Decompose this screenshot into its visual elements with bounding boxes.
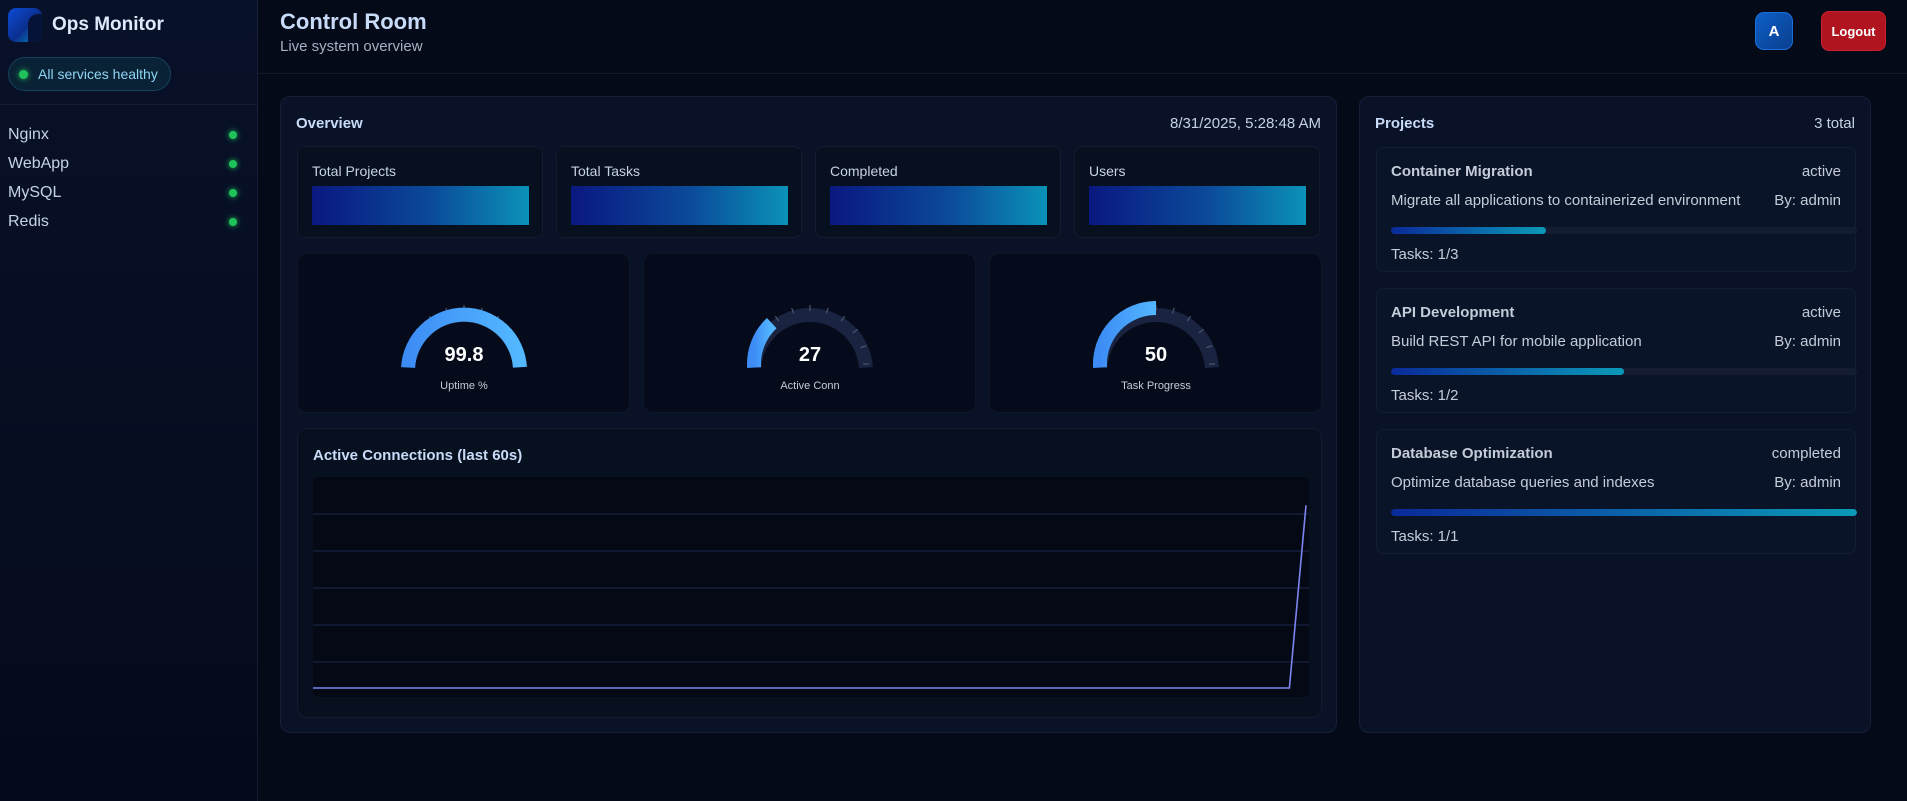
service-status-dot-icon	[229, 159, 237, 168]
status-dot-icon	[19, 69, 28, 79]
health-status-badge: All services healthy	[8, 57, 171, 91]
main-content: Control Room Live system overview A Logo…	[258, 0, 1907, 801]
avatar[interactable]: A	[1755, 12, 1793, 50]
projects-count: 3 total	[1814, 115, 1855, 132]
service-name: WebApp	[8, 154, 70, 172]
project-description: Build REST API for mobile application	[1391, 333, 1642, 350]
stat-bar	[830, 186, 1047, 225]
active-connections-chart-card: Active Connections (last 60s)	[297, 428, 1322, 718]
project-name: Container Migration	[1391, 163, 1533, 180]
project-status: active	[1801, 163, 1841, 180]
project-status: active	[1801, 304, 1841, 321]
gauge-value: 27	[799, 344, 821, 366]
service-list: Nginx WebApp MySQL Redis	[8, 120, 249, 236]
project-card-container-migration[interactable]: Container Migration active Migrate all a…	[1376, 147, 1857, 272]
stat-card-completed: Completed	[815, 146, 1061, 238]
project-tasks: Tasks: 1/2	[1391, 387, 1459, 404]
project-status: completed	[1771, 445, 1841, 462]
project-tasks: Tasks: 1/3	[1391, 246, 1459, 263]
task-progress-gauge: 50 Task Progress	[1093, 301, 1219, 392]
page-title: Control Room	[280, 9, 427, 34]
stat-card-total-projects: Total Projects	[297, 146, 543, 238]
app-root: Ops Monitor All services healthy Nginx W…	[0, 0, 1907, 801]
projects-title: Projects	[1375, 115, 1435, 132]
gauge-fill	[747, 317, 777, 368]
service-name: Nginx	[8, 125, 49, 143]
service-item-mysql[interactable]: MySQL	[8, 178, 249, 207]
project-progress-fill	[1391, 509, 1857, 516]
project-description: Migrate all applications to containerize…	[1391, 192, 1741, 209]
chart-series-line	[313, 505, 1307, 689]
gauge-card-task-progress: 50 Task Progress	[989, 253, 1322, 413]
active-conn-gauge: 27 Active Conn	[747, 305, 873, 392]
uptime-gauge: 99.8 Uptime %	[401, 305, 527, 392]
project-progress-track	[1391, 509, 1857, 516]
stat-card-users: Users	[1074, 146, 1320, 238]
project-owner: By: admin	[1774, 333, 1841, 350]
brand-name: Ops Monitor	[52, 14, 164, 35]
page-subtitle: Live system overview	[280, 38, 423, 55]
brand: Ops Monitor	[8, 8, 249, 42]
service-status-dot-icon	[229, 130, 237, 139]
active-connections-chart	[313, 505, 1309, 689]
service-name: MySQL	[8, 183, 62, 201]
brand-logo-icon	[8, 8, 42, 42]
project-description: Optimize database queries and indexes	[1391, 474, 1655, 491]
project-progress-track	[1391, 227, 1857, 234]
logout-button[interactable]: Logout	[1821, 11, 1886, 51]
stat-label: Completed	[830, 163, 898, 179]
service-status-dot-icon	[229, 217, 237, 226]
service-item-nginx[interactable]: Nginx	[8, 120, 249, 149]
chart-area	[313, 477, 1309, 697]
stat-bar	[312, 186, 529, 225]
stat-label: Users	[1089, 163, 1126, 179]
gauge-value: 50	[1145, 344, 1167, 366]
chart-title: Active Connections (last 60s)	[313, 447, 523, 464]
sidebar: Ops Monitor All services healthy Nginx W…	[0, 0, 258, 801]
project-progress-fill	[1391, 227, 1547, 234]
project-owner: By: admin	[1774, 192, 1841, 209]
stat-bar	[571, 186, 788, 225]
project-progress-fill	[1391, 368, 1624, 375]
service-status-dot-icon	[229, 188, 237, 197]
projects-panel: Projects 3 total Container Migration act…	[1359, 96, 1871, 733]
gauge-label: Uptime %	[440, 380, 488, 392]
project-progress-track	[1391, 368, 1857, 375]
service-name: Redis	[8, 212, 49, 230]
service-item-webapp[interactable]: WebApp	[8, 149, 249, 178]
project-card-database-optimization[interactable]: Database Optimization completed Optimize…	[1376, 429, 1857, 554]
project-tasks: Tasks: 1/1	[1391, 528, 1459, 545]
overview-panel: Overview 8/31/2025, 5:28:48 AM Total Pro…	[280, 96, 1337, 733]
stat-label: Total Tasks	[571, 163, 640, 179]
stat-bar	[1089, 186, 1306, 225]
sidebar-divider	[0, 104, 257, 105]
project-name: API Development	[1391, 304, 1515, 321]
overview-timestamp: 8/31/2025, 5:28:48 AM	[1170, 115, 1321, 132]
gauge-label: Task Progress	[1121, 380, 1191, 392]
gauge-value: 99.8	[445, 344, 484, 366]
overview-title: Overview	[296, 115, 363, 132]
project-owner: By: admin	[1774, 474, 1841, 491]
project-card-api-development[interactable]: API Development active Build REST API fo…	[1376, 288, 1857, 413]
health-status-text: All services healthy	[38, 66, 158, 82]
gauge-card-uptime: 99.8 Uptime %	[297, 253, 630, 413]
topbar: Control Room Live system overview A Logo…	[258, 0, 1907, 74]
service-item-redis[interactable]: Redis	[8, 207, 249, 236]
gauge-card-active-conn: 27 Active Conn	[643, 253, 976, 413]
stat-label: Total Projects	[312, 163, 397, 179]
stat-card-total-tasks: Total Tasks	[556, 146, 802, 238]
project-name: Database Optimization	[1391, 445, 1553, 462]
gauge-label: Active Conn	[780, 380, 839, 392]
